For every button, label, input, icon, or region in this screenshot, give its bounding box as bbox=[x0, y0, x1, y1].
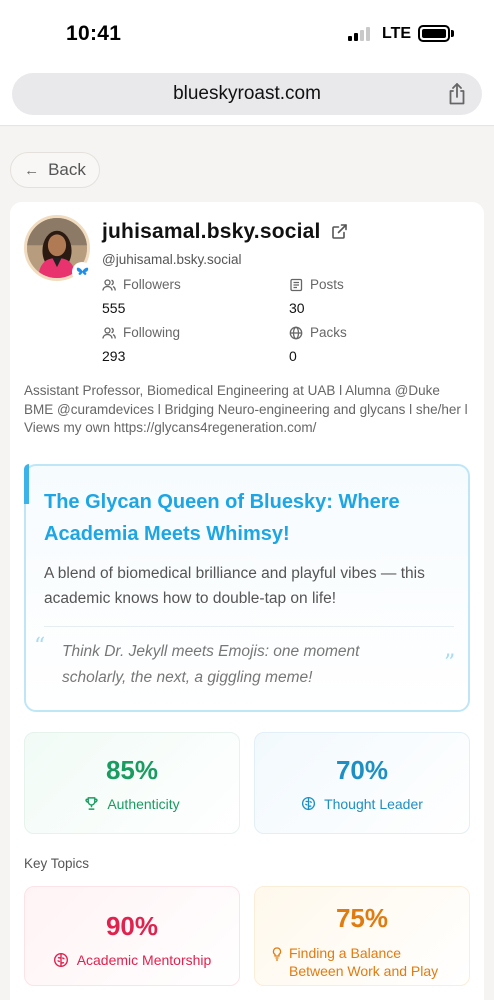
users-icon bbox=[102, 278, 116, 291]
trophy-icon bbox=[85, 797, 98, 810]
browser-toolbar: blueskyroast.com bbox=[0, 66, 494, 126]
score-card-thought-leader: 70% Thought Leader bbox=[254, 732, 470, 834]
following-label: Following bbox=[123, 325, 181, 340]
score-card-authenticity: 85% Authenticity bbox=[24, 732, 240, 834]
topic-value: 90% bbox=[105, 911, 159, 941]
profile-handle: @juhisamal.bsky.social bbox=[102, 252, 242, 267]
arrow-left-icon: ← bbox=[24, 161, 40, 179]
following-value: 293 bbox=[102, 348, 126, 364]
posts-label: Posts bbox=[310, 277, 344, 292]
posts-value: 30 bbox=[289, 300, 305, 316]
back-button[interactable]: ← Back bbox=[10, 152, 100, 188]
topic-label: Academic Mentorship bbox=[76, 952, 212, 968]
profile-bio: Assistant Professor, Biomedical Engineer… bbox=[24, 383, 468, 435]
roast-quote: Think Dr. Jekyll meets Emojis: one momen… bbox=[62, 643, 360, 686]
score-label: Authenticity bbox=[107, 795, 180, 812]
roast-description: A blend of biomedical brilliance and pla… bbox=[44, 565, 425, 607]
score-value: 70% bbox=[335, 754, 389, 785]
butterfly-badge-icon bbox=[72, 262, 92, 282]
score-label: Thought Leader bbox=[324, 795, 423, 812]
address-bar[interactable]: blueskyroast.com bbox=[12, 73, 482, 115]
score-value: 85% bbox=[105, 754, 159, 785]
profile-name: juhisamal.bsky.social bbox=[102, 220, 321, 243]
posts-stat: Posts 30 bbox=[289, 277, 344, 316]
divider bbox=[44, 626, 454, 627]
packs-stat: Packs 0 bbox=[289, 325, 347, 364]
followers-value: 555 bbox=[102, 300, 126, 316]
followers-label: Followers bbox=[123, 277, 181, 292]
profile-card: juhisamal.bsky.social @juhisamal.bsky.so… bbox=[10, 202, 484, 1000]
page-content: ← Back juhisamal.bsky.social @juhisamal.… bbox=[0, 127, 494, 1000]
topic-card-academic-mentorship: 90% Academic Mentorship bbox=[24, 886, 240, 986]
quote-open-icon: “ bbox=[34, 634, 46, 659]
newspaper-icon bbox=[290, 278, 303, 291]
topic-card-work-play-balance: 75% Finding a Balance Between Work and P… bbox=[254, 886, 470, 986]
battery-cap bbox=[451, 30, 454, 37]
following-stat: Following 293 bbox=[102, 325, 180, 364]
battery-icon bbox=[418, 25, 450, 42]
back-label: Back bbox=[48, 160, 86, 179]
url-text[interactable]: blueskyroast.com bbox=[173, 83, 321, 105]
key-topics-heading: Key Topics bbox=[24, 856, 90, 871]
topic-label: Finding a Balance Between Work and Play bbox=[289, 945, 439, 979]
external-link-icon[interactable] bbox=[331, 223, 348, 240]
brain-icon bbox=[301, 796, 316, 811]
roast-card: The Glycan Queen of Bluesky: Where Acade… bbox=[24, 464, 470, 712]
users-icon bbox=[102, 326, 116, 339]
roast-title: The Glycan Queen of Bluesky: Where Acade… bbox=[44, 491, 400, 545]
status-bar: 10:41 LTE bbox=[0, 0, 494, 66]
packs-value: 0 bbox=[289, 348, 297, 364]
topic-value: 75% bbox=[335, 903, 389, 933]
share-icon[interactable] bbox=[446, 82, 468, 106]
signal-icon bbox=[348, 27, 370, 41]
globe-icon bbox=[289, 326, 303, 339]
network-label: LTE bbox=[382, 25, 412, 42]
quote-close-icon: ” bbox=[444, 651, 456, 676]
status-time: 10:41 bbox=[66, 22, 122, 45]
packs-label: Packs bbox=[310, 325, 347, 340]
roast-accent-bar bbox=[24, 464, 29, 504]
brain-icon bbox=[53, 952, 68, 968]
lightbulb-icon bbox=[272, 947, 282, 961]
followers-stat: Followers 555 bbox=[102, 277, 181, 316]
